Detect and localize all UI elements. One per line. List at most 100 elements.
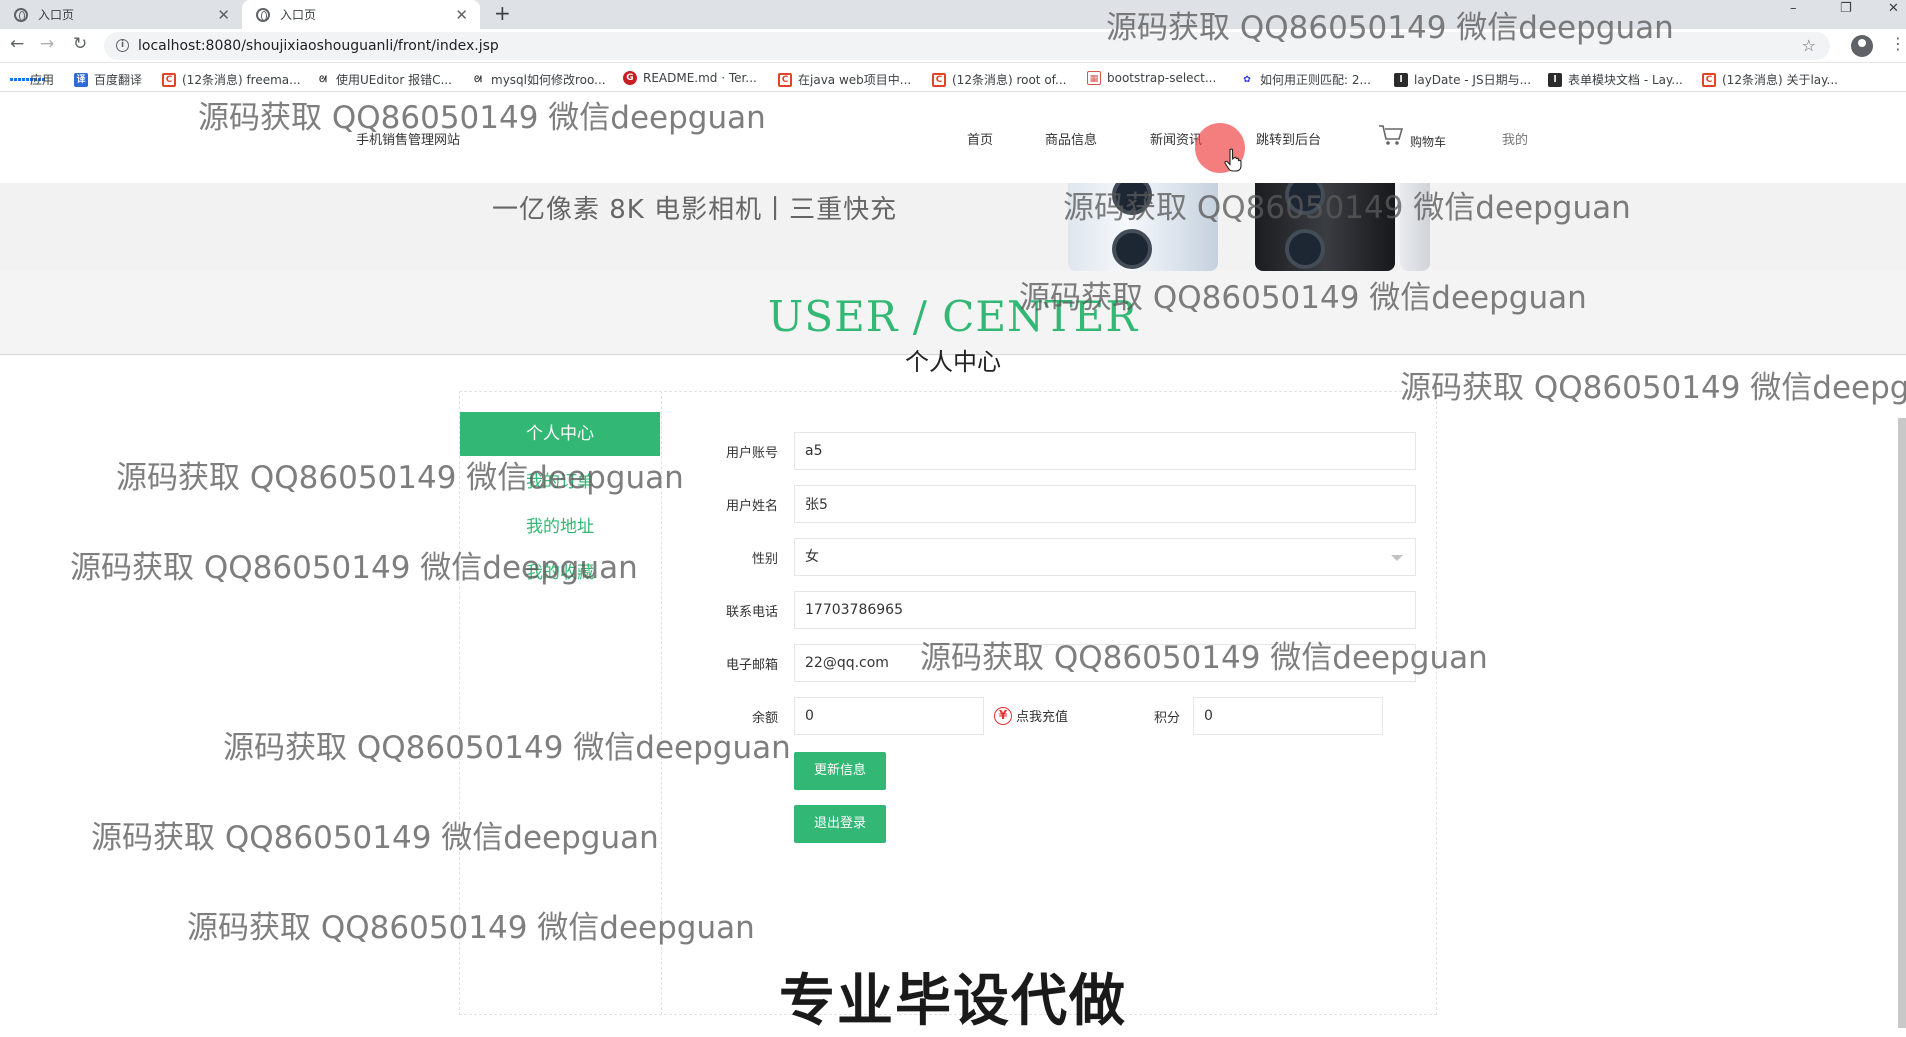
bookmark-item[interactable]: 译百度翻译 xyxy=(74,71,142,88)
bookmark-item[interactable]: ᘛ 使用UEditor 报错C... xyxy=(316,71,452,88)
nav-cart[interactable]: 购物车 xyxy=(1410,133,1446,150)
bookmark-item[interactable]: C 在java web项目中... xyxy=(778,71,911,88)
layui-icon: l xyxy=(1548,72,1562,87)
nav-home[interactable]: 首页 xyxy=(967,129,993,148)
new-tab-button[interactable]: + xyxy=(494,0,511,29)
update-info-button[interactable]: 更新信息 xyxy=(794,752,886,790)
sidebar-item-favorites[interactable]: 我的收藏 xyxy=(460,558,660,583)
nav-mine[interactable]: 我的 xyxy=(1502,129,1528,148)
gender-value: 女 xyxy=(805,549,819,565)
bookmark-label: 在java web项目中... xyxy=(798,73,912,87)
phone-image-black xyxy=(1255,183,1395,271)
forward-arrow-icon[interactable]: → xyxy=(40,34,54,54)
sidebar-item-address[interactable]: 我的地址 xyxy=(460,512,660,537)
browser-tab-2[interactable]: 入口页 ✕ xyxy=(242,0,480,29)
sidebar-item-orders[interactable]: 我的订单 xyxy=(460,467,660,492)
bookmark-item[interactable]: ✿ 如何用正则匹配: 2... xyxy=(1240,71,1371,88)
bookmark-item[interactable]: ▦ bootstrap-select... xyxy=(1087,71,1216,85)
bookmark-label: (12条消息) root of... xyxy=(952,73,1067,87)
paw-icon: ✿ xyxy=(1243,74,1251,85)
account-label: 用户账号 xyxy=(725,446,778,461)
bookmarks-bar: 应用 译百度翻译 C (12条消息) freema... ᘛ 使用UEditor 报… xyxy=(0,64,1906,92)
footer-slogan: 专业毕设代做 xyxy=(779,969,1127,1034)
github-cat-icon: ᘛ xyxy=(474,74,482,85)
close-icon[interactable]: ✕ xyxy=(455,6,468,24)
sidebar-item-profile[interactable]: 个人中心 xyxy=(460,412,660,456)
menu-kebab-icon[interactable]: ⋮ xyxy=(1890,34,1906,53)
bookmark-item[interactable]: C (12条消息) freema... xyxy=(162,71,301,88)
bookmark-label: layDate - JS日期与... xyxy=(1414,73,1532,87)
hand-cursor-icon xyxy=(1224,148,1242,172)
csdn-icon: C xyxy=(778,72,792,87)
phone-image-silver xyxy=(1068,183,1218,271)
globe-icon xyxy=(14,7,28,22)
phone-label: 联系电话 xyxy=(725,605,778,620)
github-cat-icon: ᘛ xyxy=(319,74,327,85)
bookmark-label: 如何用正则匹配: 2... xyxy=(1260,73,1371,87)
tab-title: 入口页 xyxy=(280,8,317,22)
bookmark-item[interactable]: l 表单模块文档 - Lay... xyxy=(1548,71,1683,88)
account-input[interactable] xyxy=(794,432,1416,470)
bookmark-item[interactable]: 应用 xyxy=(10,71,54,88)
minimize-button[interactable]: – xyxy=(1790,0,1797,29)
phone-input[interactable] xyxy=(794,591,1416,629)
bookmark-item[interactable]: G README.md · Ter... xyxy=(623,71,757,85)
page-scrollbar[interactable] xyxy=(1898,418,1906,1028)
address-bar[interactable]: i localhost:8080/shoujixiaoshouguanli/fr… xyxy=(104,32,1830,60)
reload-icon[interactable]: ↻ xyxy=(73,34,87,54)
bookmark-label: 应用 xyxy=(30,73,55,87)
close-icon[interactable]: ✕ xyxy=(217,6,230,24)
profile-avatar-icon[interactable] xyxy=(1851,35,1873,57)
back-arrow-icon[interactable]: ← xyxy=(10,34,24,54)
csdn-icon: C xyxy=(162,72,176,87)
bookmark-label: (12条消息) 关于lay... xyxy=(1722,73,1838,87)
browser-tab-1[interactable]: 入口页 ✕ xyxy=(0,0,242,29)
section-title-en: USER / CENTER xyxy=(767,292,1139,341)
gender-select[interactable]: 女 xyxy=(794,538,1416,576)
restore-button[interactable]: ❐ xyxy=(1840,0,1852,29)
browser-tab-strip: 入口页 ✕ 入口页 ✕ + – ❐ ✕ xyxy=(0,0,1906,29)
email-label: 电子邮箱 xyxy=(725,658,778,673)
banner-carousel[interactable]: 一亿像素 8K 电影相机丨三重快充 xyxy=(0,183,1906,271)
name-label: 用户姓名 xyxy=(725,499,778,514)
email-input[interactable] xyxy=(794,644,1416,682)
nav-products[interactable]: 商品信息 xyxy=(1045,129,1097,148)
banner-slogan: 一亿像素 8K 电影相机丨三重快充 xyxy=(492,195,898,225)
points-input[interactable] xyxy=(1193,697,1383,735)
tab-title: 入口页 xyxy=(38,8,75,22)
page-icon: ▦ xyxy=(1087,71,1101,85)
yen-icon: ¥ xyxy=(994,706,1012,725)
info-icon[interactable]: i xyxy=(116,39,129,52)
nav-admin[interactable]: 跳转到后台 xyxy=(1256,129,1321,148)
layui-icon: l xyxy=(1394,72,1408,87)
site-header: 手机销售管理网站 首页 商品信息 新闻资讯 跳转到后台 购物车 我的 xyxy=(0,93,1906,183)
site-name: 手机销售管理网站 xyxy=(356,133,461,148)
url-text[interactable]: localhost:8080/shoujixiaoshouguanli/fron… xyxy=(138,38,499,54)
bookmark-label: mysql如何修改roo... xyxy=(491,73,606,87)
bookmark-item[interactable]: C (12条消息) root of... xyxy=(932,71,1066,88)
bookmark-item[interactable]: l layDate - JS日期与... xyxy=(1394,71,1531,88)
points-label: 积分 xyxy=(1153,711,1180,726)
browser-toolbar: ← → ↻ i localhost:8080/shoujixiaoshougua… xyxy=(0,29,1906,63)
bookmark-item[interactable]: ᘛ mysql如何修改roo... xyxy=(471,71,606,88)
name-input[interactable] xyxy=(794,485,1416,523)
bookmark-item[interactable]: C (12条消息) 关于lay... xyxy=(1702,71,1838,88)
bookmark-star-icon[interactable]: ☆ xyxy=(1802,36,1816,55)
bookmark-label: README.md · Ter... xyxy=(643,71,757,85)
csdn-icon: C xyxy=(1702,72,1716,87)
logout-button[interactable]: 退出登录 xyxy=(794,805,886,843)
chevron-down-icon xyxy=(1391,555,1403,561)
balance-label: 余额 xyxy=(751,711,778,726)
window-close-button[interactable]: ✕ xyxy=(1888,0,1899,29)
recharge-link[interactable]: ¥ 点我充值 xyxy=(994,706,1068,725)
bookmark-label: 百度翻译 xyxy=(94,73,143,87)
gender-label: 性别 xyxy=(751,552,778,567)
globe-icon xyxy=(256,7,270,22)
bookmark-label: 使用UEditor 报错C... xyxy=(336,73,452,87)
balance-input[interactable] xyxy=(794,697,984,735)
cart-icon[interactable] xyxy=(1378,124,1404,146)
csdn-icon: C xyxy=(932,72,946,87)
section-title-cn: 个人中心 xyxy=(905,348,1001,376)
phone-image-edge xyxy=(1400,183,1430,271)
bookmark-label: (12条消息) freema... xyxy=(182,73,301,87)
